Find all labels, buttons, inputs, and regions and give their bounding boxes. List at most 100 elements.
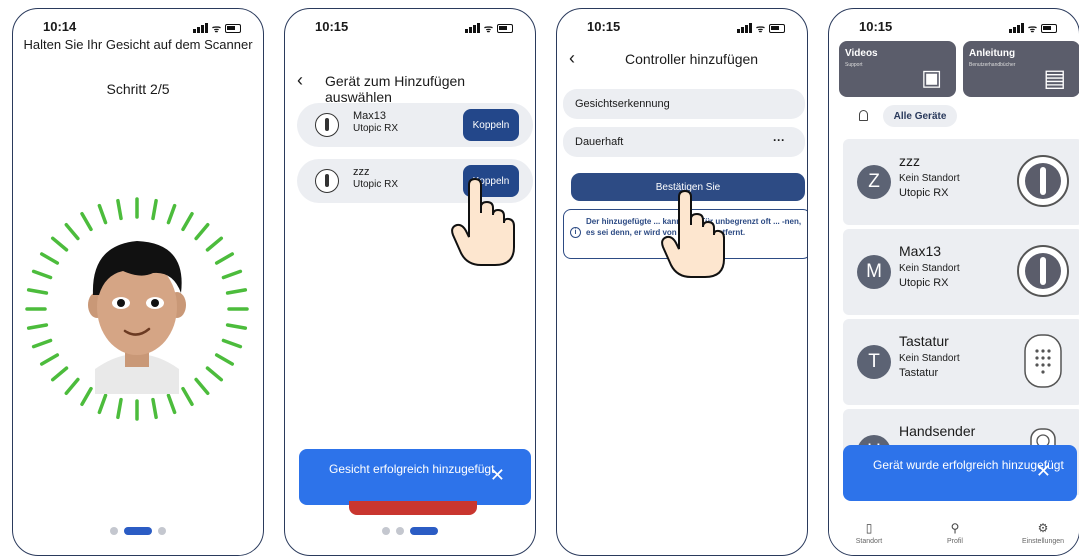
- step-indicator: Schritt 2/5: [106, 81, 170, 97]
- status-time: 10:15: [587, 19, 621, 34]
- gear-icon: ⚙: [1037, 521, 1049, 535]
- status-time: 10:15: [859, 19, 893, 34]
- avatar: T: [857, 345, 891, 379]
- all-devices-chip[interactable]: Alle Geräte: [883, 105, 957, 127]
- signal-icons: ᯤ: [1008, 21, 1057, 35]
- scan-ray: [80, 211, 93, 232]
- info-icon: i: [570, 227, 581, 238]
- close-icon[interactable]: ✕: [1036, 461, 1051, 482]
- tap-hand-icon: [451, 177, 515, 266]
- scan-ray: [116, 198, 123, 221]
- knob-icon: [1017, 155, 1069, 207]
- device-card[interactable]: M Max13 Kein Standort Utopic RX: [843, 229, 1079, 315]
- scan-ray: [221, 269, 243, 280]
- scan-ray: [181, 386, 194, 407]
- nav-profile[interactable]: ⚲ Profil: [925, 521, 985, 545]
- scan-ray: [205, 366, 224, 382]
- filter-bar: Alle Geräte: [837, 105, 1079, 135]
- bookmark-icon: ▯: [865, 521, 873, 535]
- scan-ray: [64, 222, 80, 241]
- status-time: 10:15: [315, 19, 349, 34]
- manual-card[interactable]: Anleitung Benutzerhandbücher ▤: [963, 41, 1079, 97]
- device-model: Utopic RX: [899, 187, 949, 199]
- bell-icon[interactable]: [859, 110, 868, 121]
- scan-ray: [64, 377, 80, 396]
- device-name: Handsender: [899, 423, 976, 439]
- toast-message: Gesicht erfolgreich hinzugefügt: [329, 462, 495, 476]
- status-bar: 10:15 ᯤ: [285, 19, 535, 37]
- device-model: Tastatur: [899, 367, 939, 379]
- pager-dots: [13, 527, 263, 535]
- card-subtitle: Benutzerhandbücher: [969, 62, 1016, 68]
- scan-ray: [80, 386, 93, 407]
- scan-ray: [205, 236, 224, 252]
- scan-ray: [151, 198, 158, 221]
- nav-label: Standort: [855, 538, 883, 545]
- scan-ray: [214, 252, 235, 265]
- page-title: Gerät zum Hinzufügen auswählen: [325, 73, 466, 105]
- status-bar: 10:14 ᯤ: [13, 19, 263, 37]
- page-header: ‹ Gerät zum Hinzufügen auswählen: [285, 70, 535, 105]
- status-time: 10:14: [43, 19, 77, 34]
- device-row: Max13 Utopic RX Koppeln: [297, 103, 533, 147]
- device-location: Kein Standort: [899, 173, 960, 184]
- red-button[interactable]: [349, 501, 477, 515]
- device-card[interactable]: T Tastatur Kein Standort Tastatur: [843, 319, 1079, 405]
- scan-ray: [26, 323, 49, 330]
- videos-card[interactable]: Videos Support ▣: [839, 41, 956, 97]
- device-name: zzz: [353, 166, 370, 178]
- close-icon[interactable]: ✕: [490, 465, 505, 486]
- page-title: Controller hinzufügen: [625, 51, 759, 67]
- pair-button[interactable]: Koppeln: [463, 109, 519, 141]
- device-name: Tastatur: [899, 333, 949, 349]
- device-model: Utopic RX: [353, 179, 399, 190]
- back-icon[interactable]: ‹: [297, 70, 303, 91]
- avatar: M: [857, 255, 891, 289]
- document-icon: ▤: [1043, 65, 1066, 92]
- device-name: Max13: [353, 110, 387, 122]
- nav-label: Einstellungen: [1021, 538, 1065, 545]
- face-scanner-illustration: [25, 197, 249, 421]
- person-icon: ⚲: [950, 521, 960, 535]
- scan-ray: [166, 393, 177, 415]
- device-card[interactable]: Z zzz Kein Standort Utopic RX: [843, 139, 1079, 225]
- nav-location[interactable]: ▯ Standort: [839, 521, 899, 545]
- scan-ray: [225, 323, 248, 330]
- page-header: ‹ Controller hinzufügen: [557, 48, 807, 73]
- phone-select-device: 10:15 ᯤ ‹ Gerät zum Hinzufügen auswählen…: [284, 8, 536, 556]
- bottom-nav: ▯ Standort ⚲ Profil ⚙ Einstellungen: [829, 515, 1079, 555]
- more-icon[interactable]: ···: [773, 133, 785, 147]
- lock-knob-icon: [315, 113, 339, 137]
- scan-ray: [31, 338, 53, 349]
- scan-ray: [116, 397, 123, 420]
- back-icon[interactable]: ‹: [569, 48, 575, 69]
- duration-value: Dauerhaft: [575, 136, 624, 148]
- avatar: Z: [857, 165, 891, 199]
- scan-ray: [50, 366, 69, 382]
- lock-knob-icon: [315, 169, 339, 193]
- signal-icons: ᯤ: [736, 21, 785, 35]
- scan-ray: [97, 393, 108, 415]
- keypad-icon: [1024, 334, 1062, 388]
- device-model: Utopic RX: [353, 123, 399, 134]
- signal-icons: ᯤ: [464, 21, 513, 35]
- phone-face-scan: 10:14 ᯤ Halten Sie Ihr Gesicht auf dem S…: [12, 8, 264, 556]
- device-location: Kein Standort: [899, 353, 960, 364]
- scan-ray: [214, 353, 235, 366]
- device-model: Utopic RX: [899, 277, 949, 289]
- nav-settings[interactable]: ⚙ Einstellungen: [1013, 521, 1073, 545]
- card-subtitle: Support: [845, 62, 863, 68]
- scan-ray: [50, 236, 69, 252]
- scan-ray: [225, 288, 248, 295]
- success-toast: Gerät wurde erfolgreich hinzugefügt ✕: [843, 445, 1077, 501]
- photos-icon: ▣: [921, 65, 942, 90]
- method-value: Gesichtserkennung: [575, 98, 670, 110]
- scan-ray: [97, 203, 108, 225]
- scan-ray: [194, 377, 210, 396]
- card-title: Videos: [845, 48, 878, 59]
- scan-ray: [181, 211, 194, 232]
- scan-ray: [151, 397, 158, 420]
- duration-field[interactable]: Dauerhaft ···: [563, 127, 805, 157]
- method-field[interactable]: Gesichtserkennung: [563, 89, 805, 119]
- phone-device-list: 10:15 ᯤ Videos Support ▣ Anleitung Benut…: [828, 8, 1079, 556]
